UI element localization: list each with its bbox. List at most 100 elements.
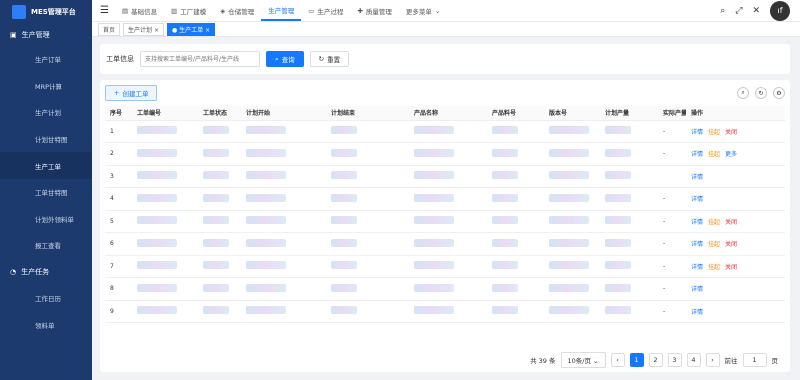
sidebar-item-workorder[interactable]: 生产工单 bbox=[0, 152, 92, 179]
table-row[interactable]: 6 - 详情 挂起 关闭 bbox=[105, 232, 785, 256]
tab-workorder[interactable]: ● 生产工单 × bbox=[166, 22, 216, 36]
tab-home[interactable]: 首页 bbox=[98, 22, 121, 36]
row-action-0[interactable]: 详情 bbox=[691, 264, 703, 271]
redacted-cell bbox=[132, 255, 198, 278]
page-2[interactable]: 2 bbox=[648, 353, 663, 367]
redacted-cell bbox=[132, 232, 198, 256]
nav-quality[interactable]: ✚ 质量管理 bbox=[350, 0, 398, 21]
row-action-2[interactable]: 关闭 bbox=[725, 241, 737, 248]
column-header[interactable]: 实际产量 bbox=[658, 106, 686, 121]
table-row[interactable]: 5 - 详情 挂起 关闭 bbox=[105, 210, 785, 233]
tab-plan[interactable]: 生产计划 × bbox=[123, 22, 164, 36]
row-action-0[interactable]: 详情 bbox=[691, 309, 703, 316]
redacted-value bbox=[203, 171, 229, 180]
column-header[interactable]: 产品料号 bbox=[487, 106, 544, 121]
tab-close-icon[interactable]: × bbox=[205, 27, 210, 34]
close-icon[interactable]: ✕ bbox=[752, 6, 760, 16]
chevron-down-icon: ⌄ bbox=[434, 6, 441, 15]
tab-close-icon[interactable]: × bbox=[154, 27, 159, 34]
row-action-2[interactable]: 关闭 bbox=[725, 219, 737, 226]
page-4[interactable]: 4 bbox=[686, 353, 701, 367]
redacted-cell bbox=[198, 300, 241, 323]
table-row[interactable]: 1 - 详情 挂起 关闭 bbox=[105, 120, 785, 143]
table-row[interactable]: 8 - 详情 bbox=[105, 277, 785, 301]
sidebar-item-order[interactable]: 生产订单 bbox=[0, 46, 92, 73]
redacted-cell bbox=[132, 165, 198, 188]
nav-more[interactable]: 更多菜单 ⌄ bbox=[399, 0, 447, 21]
refresh-icon[interactable]: ↻ bbox=[755, 87, 767, 99]
nav-process[interactable]: ▭ 生产过程 bbox=[301, 0, 350, 21]
page-jump-input[interactable]: 1 bbox=[742, 353, 767, 367]
search-icon[interactable]: ⌕ bbox=[720, 6, 725, 16]
row-action-2[interactable]: 关闭 bbox=[725, 129, 737, 136]
avatar[interactable]: ıf bbox=[770, 0, 790, 21]
table-row[interactable]: 9 - 详情 bbox=[105, 300, 785, 323]
row-action-0[interactable]: 详情 bbox=[691, 151, 703, 158]
menu-group-production[interactable]: ▣ 生产管理 bbox=[0, 24, 92, 46]
fullscreen-icon[interactable]: ⤢ bbox=[735, 6, 742, 16]
sidebar-item-unplanned[interactable]: 计划外领料单 bbox=[0, 206, 92, 233]
nav-basic[interactable]: ▤ 基础信息 bbox=[115, 0, 164, 21]
redacted-cell bbox=[326, 277, 409, 301]
table-row[interactable]: 7 - 详情 挂起 关闭 bbox=[105, 255, 785, 278]
sidebar-item-plan[interactable]: 生产计划 bbox=[0, 99, 92, 126]
column-header[interactable]: 操作 bbox=[686, 106, 785, 121]
next-page-button[interactable]: › bbox=[705, 353, 720, 367]
row-action-0[interactable]: 详情 bbox=[691, 174, 703, 181]
redacted-value bbox=[331, 216, 357, 225]
row-action-1[interactable]: 挂起 bbox=[708, 151, 720, 158]
row-action-0[interactable]: 详情 bbox=[691, 129, 703, 136]
sidebar-item-picking[interactable]: 领料单 bbox=[0, 311, 92, 338]
redacted-value bbox=[605, 283, 631, 292]
column-header[interactable]: 版本号 bbox=[544, 106, 600, 121]
column-header[interactable]: 工单状态 bbox=[198, 106, 241, 121]
sidebar-item-calendar[interactable]: 工作日历 bbox=[0, 285, 92, 312]
table-row[interactable]: 3 详情 bbox=[105, 165, 785, 188]
sidebar-item-report[interactable]: 报工查看 bbox=[0, 232, 92, 259]
column-header[interactable]: 计划开始 bbox=[241, 106, 326, 121]
row-action-2[interactable]: 关闭 bbox=[725, 264, 737, 271]
table-row[interactable]: 2 - 详情 挂起 更多 bbox=[105, 142, 785, 166]
redacted-cell bbox=[600, 232, 658, 256]
sidebar-item-mrp[interactable]: MRP计算 bbox=[0, 73, 92, 100]
row-action-1[interactable]: 挂起 bbox=[708, 129, 720, 136]
page-size-select[interactable]: 10条/页 ⌄ bbox=[560, 352, 606, 368]
redacted-cell bbox=[198, 210, 241, 233]
column-header[interactable]: 序号 bbox=[105, 106, 132, 121]
sidebar-item-wo-gantt[interactable]: 工单甘特图 bbox=[0, 179, 92, 206]
row-index: 9 bbox=[105, 300, 132, 323]
task-icon: ◔ bbox=[10, 267, 17, 276]
row-actions: 详情 挂起 更多 bbox=[686, 142, 785, 166]
search-icon[interactable]: ⌕ bbox=[737, 87, 749, 99]
nav-production[interactable]: 生产管理 bbox=[261, 0, 302, 21]
row-action-0[interactable]: 详情 bbox=[691, 219, 703, 226]
nav-warehouse[interactable]: ◈ 仓储管理 bbox=[213, 0, 261, 21]
row-action-0[interactable]: 详情 bbox=[691, 286, 703, 293]
sidebar-item-gantt[interactable]: 计划甘特图 bbox=[0, 126, 92, 153]
page-1[interactable]: 1 bbox=[629, 353, 644, 367]
column-header[interactable]: 产品名称 bbox=[409, 106, 487, 121]
search-input[interactable] bbox=[140, 51, 260, 67]
row-action-1[interactable]: 挂起 bbox=[708, 264, 720, 271]
page-3[interactable]: 3 bbox=[667, 353, 682, 367]
menu-toggle-icon[interactable]: ☰ bbox=[100, 5, 109, 16]
prev-page-button[interactable]: ‹ bbox=[610, 353, 625, 367]
column-header[interactable]: 工单编号 bbox=[132, 106, 198, 121]
row-action-0[interactable]: 详情 bbox=[691, 196, 703, 203]
nav-factory[interactable]: ▥ 工厂建模 bbox=[164, 0, 213, 21]
row-action-1[interactable]: 挂起 bbox=[708, 241, 720, 248]
row-action-1[interactable]: 挂起 bbox=[708, 219, 720, 226]
row-index: 2 bbox=[105, 142, 132, 166]
menu-group-task[interactable]: ◔ 生产任务 bbox=[0, 259, 92, 285]
reset-button[interactable]: ↻ 重置 bbox=[309, 51, 350, 67]
row-action-0[interactable]: 详情 bbox=[691, 241, 703, 248]
query-button[interactable]: ⌕ 查询 bbox=[266, 51, 304, 67]
app-logo: MES管理平台 bbox=[0, 0, 92, 24]
table-row[interactable]: 4 - 详情 bbox=[105, 187, 785, 211]
create-workorder-button[interactable]: + 创建工单 bbox=[105, 85, 158, 101]
column-header[interactable]: 计划结束 bbox=[326, 106, 409, 121]
row-action-2[interactable]: 更多 bbox=[725, 151, 737, 158]
column-header[interactable]: 计划产量 bbox=[600, 106, 658, 121]
settings-icon[interactable]: ⚙ bbox=[773, 87, 785, 99]
plus-icon: ✚ bbox=[357, 6, 363, 15]
